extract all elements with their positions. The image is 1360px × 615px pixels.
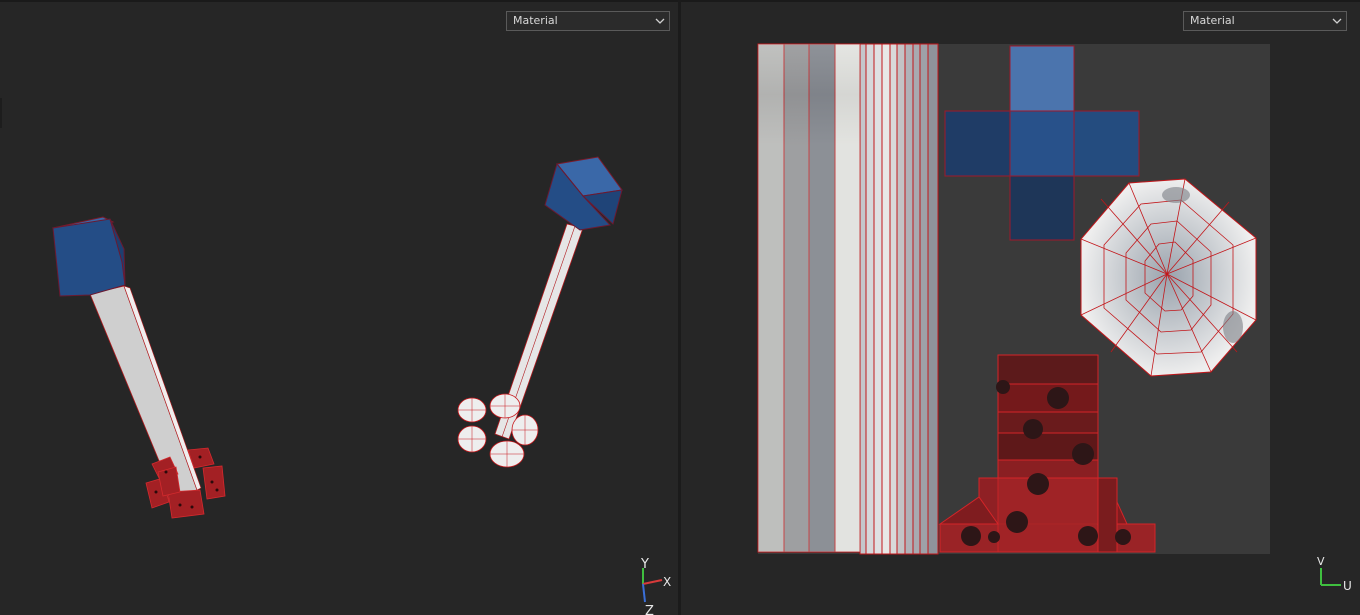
viewport-uv[interactable]: V U Material — [681, 0, 1360, 615]
axis-z-label: Z — [645, 604, 654, 615]
axis-y-label: Y — [640, 557, 649, 572]
handle-mesh — [89, 285, 198, 498]
chevron-down-icon — [655, 18, 665, 24]
shading-mode-dropdown[interactable]: Material — [1183, 11, 1347, 31]
viewport-3d[interactable]: Y X Z Material — [0, 0, 678, 615]
axis-v-label: V — [1317, 555, 1325, 568]
shading-mode-value: Material — [513, 14, 558, 27]
shading-mode-value: Material — [1190, 14, 1235, 27]
mesh-object-left[interactable] — [51, 216, 226, 519]
axis-gizmo-icon — [642, 568, 663, 603]
uv-axis-icon — [1320, 568, 1341, 586]
scene-3d[interactable]: Y X Z — [0, 2, 678, 615]
uv-editor-canvas[interactable]: V U — [681, 2, 1360, 615]
axis-u-label: U — [1343, 579, 1352, 593]
axis-x-label: X — [663, 575, 671, 589]
shading-mode-dropdown[interactable]: Material — [506, 11, 670, 31]
chevron-down-icon — [1332, 18, 1342, 24]
mesh-object-right[interactable] — [457, 156, 623, 468]
